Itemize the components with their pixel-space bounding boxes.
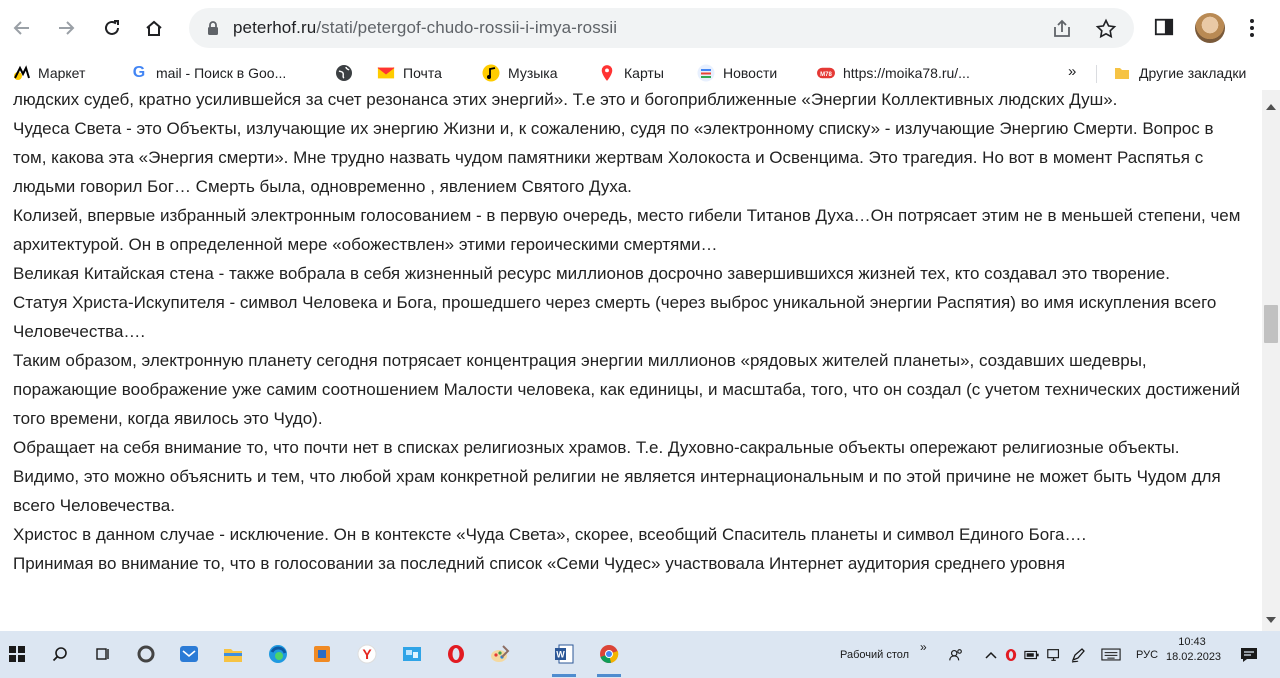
yandex-market-icon [12, 64, 30, 82]
bookmark-label: Карты [624, 65, 664, 81]
language-indicator[interactable]: РУС [1136, 631, 1158, 678]
article-paragraph: Таким образом, электронную планету сегод… [13, 351, 1241, 428]
yandex-browser-icon[interactable]: Y [352, 639, 382, 669]
bookmark-market[interactable]: Маркет [12, 62, 85, 84]
mail-icon [377, 64, 395, 82]
avatar[interactable] [1195, 13, 1225, 43]
svg-text:Y: Y [362, 646, 372, 662]
page-scrollbar[interactable] [1262, 90, 1280, 631]
opera-icon[interactable] [441, 639, 471, 669]
music-icon [482, 64, 500, 82]
bookmark-news[interactable]: Новости [697, 62, 777, 84]
bookmark-globe[interactable] [335, 62, 361, 84]
bookmark-maps[interactable]: Карты [598, 62, 664, 84]
share-icon[interactable] [1051, 18, 1073, 40]
cortana-icon[interactable] [131, 639, 161, 669]
pen-icon[interactable] [1070, 631, 1086, 678]
bookmark-moika78[interactable]: M78 https://moika78.ru/... [817, 62, 970, 84]
people-icon[interactable] [948, 631, 964, 678]
svg-text:M78: M78 [820, 72, 832, 78]
keyboard-icon[interactable] [1101, 631, 1121, 678]
bookmark-label: Почта [403, 65, 442, 81]
desktop-toolbar-label[interactable]: Рабочий стол [840, 631, 909, 678]
photos-app-icon[interactable] [397, 639, 427, 669]
forward-icon[interactable] [52, 14, 80, 42]
google-icon: G [132, 64, 146, 81]
address-bar[interactable]: peterhof.ru/stati/petergof-chudo-rossii-… [189, 8, 1134, 48]
article-body: людских судеб, кратно усилившейся за сче… [13, 90, 1245, 578]
clock-time: 10:43 [1178, 636, 1206, 648]
back-icon[interactable] [8, 14, 36, 42]
paint-icon[interactable] [485, 639, 515, 669]
bookmark-label: Маркет [38, 65, 86, 81]
news-icon [697, 64, 715, 82]
article-paragraph: Принимая во внимание то, что в голосован… [13, 554, 1066, 573]
battery-icon[interactable] [1024, 631, 1040, 678]
url-path: /stati/petergof-chudo-rossii-i-imya-ross… [316, 18, 618, 37]
edge-icon[interactable] [263, 639, 293, 669]
bookmarks-bar: Маркет G mail - Поиск в Goo... Почта Муз… [0, 56, 1280, 91]
bookmark-label: Музыка [508, 65, 558, 81]
chrome-icon[interactable] [594, 639, 624, 677]
sidepanel-icon[interactable] [1151, 14, 1177, 40]
scrollbar-thumb[interactable] [1264, 305, 1278, 343]
bookmark-google-mail[interactable]: G mail - Поиск в Goo... [130, 62, 287, 84]
url-text[interactable]: peterhof.ru/stati/petergof-chudo-rossii-… [233, 18, 617, 38]
article-paragraph: людских судеб, кратно усилившейся за сче… [13, 90, 1118, 109]
svg-text:W: W [556, 650, 565, 660]
other-bookmarks-folder[interactable]: Другие закладки [1113, 62, 1246, 84]
article-paragraph: Христос в данном случае - исключение. Он… [13, 525, 1087, 544]
home-icon[interactable] [140, 14, 168, 42]
article-paragraph: Статуя Христа-Искупителя - символ Челове… [13, 293, 1217, 341]
media-app-icon[interactable] [307, 639, 337, 669]
bookmark-mail[interactable]: Почта [377, 62, 442, 84]
lock-icon[interactable] [205, 20, 221, 36]
article-paragraph: Великая Китайская стена - также вобрала … [13, 264, 1170, 283]
scroll-down-arrow-icon[interactable] [1266, 617, 1276, 623]
bookmark-label: Другие закладки [1139, 65, 1247, 81]
system-clock[interactable]: 10:43 18.02.2023 [1166, 635, 1222, 665]
scroll-up-arrow-icon[interactable] [1266, 104, 1276, 110]
bookmarks-divider [1096, 65, 1097, 83]
bookmark-label: mail - Поиск в Goo... [156, 65, 287, 81]
windows-start-icon[interactable] [2, 639, 32, 669]
search-icon[interactable] [45, 639, 75, 669]
mail-app-icon[interactable] [174, 639, 204, 669]
reload-icon[interactable] [98, 14, 126, 42]
windows-taskbar: Y W Рабочий стол » РУС 10:43 18.02.2023 [0, 631, 1280, 678]
url-host: peterhof.ru [233, 18, 317, 37]
bookmark-label: https://moika78.ru/... [843, 65, 970, 81]
page-content: людских судеб, кратно усилившейся за сче… [0, 90, 1262, 631]
menu-icon[interactable] [1240, 14, 1264, 42]
bookmark-label: Новости [723, 65, 778, 81]
star-icon[interactable] [1095, 18, 1117, 40]
article-paragraph: Чудеса Света - это Объекты, излучающие и… [13, 119, 1214, 196]
word-icon[interactable]: W [549, 639, 579, 677]
opera-tray-icon[interactable] [1005, 631, 1017, 678]
folder-icon [1113, 64, 1131, 82]
clock-date: 18.02.2023 [1166, 651, 1222, 663]
notification-center-icon[interactable] [1240, 631, 1258, 678]
task-view-icon[interactable] [88, 639, 118, 669]
bookmarks-more-button[interactable]: » [1068, 63, 1076, 80]
file-explorer-icon[interactable] [218, 639, 248, 669]
network-icon[interactable] [1046, 631, 1062, 678]
moika78-icon: M78 [817, 64, 835, 82]
article-paragraph: Обращает на себя внимание то, что почти … [13, 438, 1221, 515]
tray-chevron-icon[interactable] [985, 631, 997, 678]
maps-icon [598, 64, 616, 82]
globe-icon [335, 64, 353, 82]
browser-toolbar: peterhof.ru/stati/petergof-chudo-rossii-… [0, 0, 1280, 56]
bookmark-music[interactable]: Музыка [482, 62, 558, 84]
desktop-toolbar-chevron-icon[interactable]: » [920, 623, 927, 670]
article-paragraph: Колизей, впервые избранный электронным г… [13, 206, 1241, 254]
